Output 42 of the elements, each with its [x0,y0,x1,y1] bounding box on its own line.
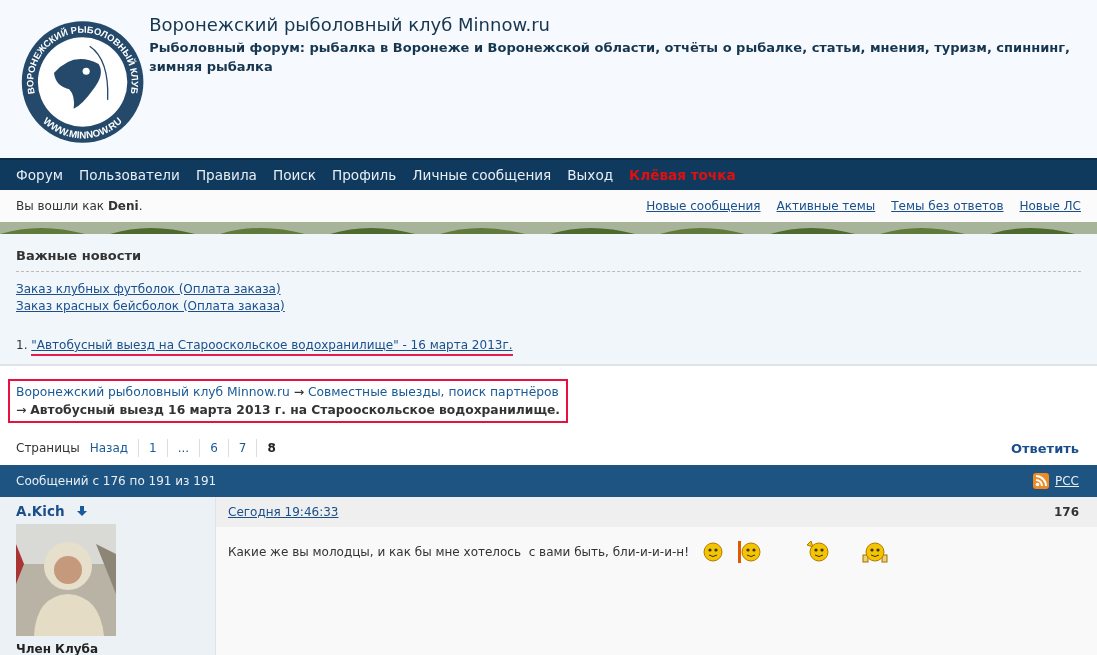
announcement-link[interactable]: Заказ клубных футболок (Оплата заказа) [16,282,281,296]
breadcrumb-separator: → [16,403,28,417]
rss-icon [1033,473,1049,489]
login-status: Вы вошли как Deni. [16,199,143,213]
page-link[interactable]: ... [166,439,200,457]
announcement-link[interactable]: "Автобусный выезд на Старооскольское водохранилище" - 16 марта 2013г. [31,338,513,356]
page-link[interactable]: Назад [83,439,139,457]
nav-link[interactable]: Правила [187,167,265,183]
topic-title: Автобусный выезд 16 марта 2013 г. на Старооскольское водохранилище. [30,403,560,417]
nav-link[interactable]: Поиск [264,167,324,183]
rss-link[interactable]: РСС [1055,474,1079,488]
breadcrumb-link[interactable]: Совместные выезды, поиск партнёров [307,385,559,399]
status-link[interactable]: Новые сообщения [646,199,761,213]
reply-link[interactable]: Ответить [1010,440,1079,456]
status-link[interactable]: Новые ЛС [1019,199,1081,213]
site-description: Рыболовный форум: рыбалка в Воронеже и Воронежской области, отчёты о рыбалке, статьи, мнения, туризм, спиннинг, зимняя рыбалка [149,39,1071,76]
post-text: Какие же вы молодцы, и как бы мне хотелось с вами быть, бли-и-и-и-н! [228,545,689,559]
nav-link[interactable]: Пользователи [70,167,188,183]
author-name[interactable]: A.Kich [16,503,65,519]
nav-link[interactable]: Профиль [324,167,405,183]
page-link[interactable]: 6 [199,439,228,457]
smiley-icon [860,539,889,565]
nav-link[interactable]: Личные сообщения [404,167,560,183]
status-link[interactable]: Активные темы [776,199,876,213]
post-date-link[interactable]: Сегодня 19:46:33 [228,505,339,519]
breadcrumb-link[interactable]: Воронежский рыболовный клуб Minnow.ru [16,385,290,399]
announcement-title: Важные новости [16,248,143,263]
message-count: Сообщений с 176 по 191 из 191 [16,474,217,488]
post-number: 176 [1053,505,1079,519]
site-title: Воронежский рыболовный клуб Minnow.ru [149,14,552,35]
status-link[interactable]: Темы без ответов [891,199,1004,213]
pages-label: Страницы [16,441,80,455]
user-rank: Член Клуба [16,642,99,655]
breadcrumb-separator: → [292,385,306,399]
list-number: 1. [16,338,29,354]
page-link[interactable]: 7 [227,439,257,457]
page-link[interactable]: 8 [256,439,286,457]
page-link[interactable]: 1 [138,439,167,457]
announcement-link[interactable]: Заказ красных бейсболок (Оплата заказа) [16,299,285,313]
down-arrow-icon [76,506,87,516]
nav-link[interactable]: Форум [8,167,71,183]
nav-link[interactable]: Выход [559,167,622,183]
